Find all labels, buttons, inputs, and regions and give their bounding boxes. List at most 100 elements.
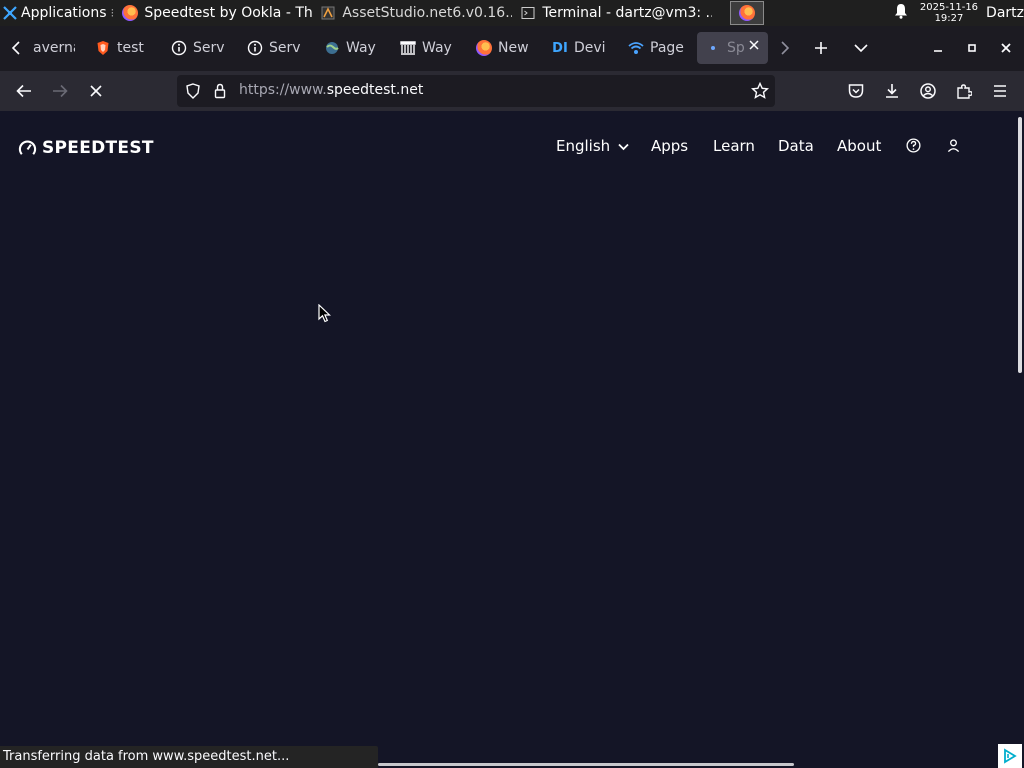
navigation-toolbar: https://www.speedtest.net: [0, 71, 1024, 111]
maximize-window-button[interactable]: [959, 35, 985, 61]
devdocs-icon: DI: [552, 40, 568, 56]
applications-menu-button[interactable]: Applications ⁝: [0, 0, 118, 26]
account-login-button[interactable]: [946, 138, 961, 157]
tab-server-1[interactable]: Serv: [171, 32, 228, 64]
taskbar-window-speedtest[interactable]: Speedtest by Ookla - Th...: [118, 0, 316, 26]
os-taskbar: Applications ⁝ Speedtest by Ookla - Th..…: [0, 0, 1024, 26]
tab-wayback-2[interactable]: Way: [400, 32, 455, 64]
lock-icon[interactable]: [214, 83, 226, 103]
tab-speedtest-active[interactable]: Sp: [697, 32, 768, 64]
help-circle-icon: [906, 138, 921, 153]
maximize-icon: [968, 44, 976, 52]
bookmark-star-icon[interactable]: [750, 81, 770, 104]
account-button[interactable]: [914, 77, 942, 105]
chevron-down-icon: [854, 44, 868, 53]
tab-title: Devi: [574, 40, 606, 56]
user-menu[interactable]: Dartz: [986, 5, 1024, 21]
tab-title: averna: [33, 40, 75, 56]
language-selector[interactable]: English: [556, 137, 629, 155]
new-tab-button[interactable]: [808, 35, 834, 61]
tab-title: test: [117, 40, 144, 56]
tab-title: Sp: [727, 40, 745, 56]
tracking-shield-icon[interactable]: [186, 83, 200, 103]
hamburger-menu-icon: [994, 85, 1006, 97]
tab-wayback-1[interactable]: Way: [324, 32, 379, 64]
application-menu-button[interactable]: [986, 77, 1014, 105]
tab-caverna[interactable]: averna: [33, 32, 75, 64]
firefox-icon: [739, 5, 755, 21]
minimize-window-button[interactable]: [925, 35, 951, 61]
archive-building-icon: [400, 40, 416, 56]
taskbar-window-title: Terminal - dartz@vm3: ...: [542, 5, 713, 21]
mouse-cursor-icon: [318, 303, 331, 327]
clock-time: 19:27: [934, 13, 964, 24]
user-icon: [947, 139, 960, 153]
chevron-left-icon: [11, 41, 20, 55]
close-icon: [1001, 43, 1011, 53]
speedometer-icon: [18, 140, 37, 155]
minimize-icon: [934, 50, 942, 52]
firefox-icon: [122, 5, 139, 21]
chevron-right-icon: [781, 41, 790, 55]
downloads-button[interactable]: [878, 77, 906, 105]
close-window-button[interactable]: [993, 35, 1019, 61]
arrow-left-icon: [16, 84, 31, 98]
tab-server-2[interactable]: Serv: [247, 32, 304, 64]
tab-title: Way: [346, 40, 376, 56]
help-button[interactable]: [906, 138, 921, 157]
tab-page[interactable]: Page: [628, 32, 684, 64]
tab-new-tab[interactable]: New: [476, 32, 528, 64]
url-scheme: https://www.: [239, 82, 327, 98]
taskbar-window-title: Speedtest by Ookla - Th...: [144, 5, 313, 21]
speedtest-logo[interactable]: SPEEDTEST: [18, 138, 154, 158]
taskbar-window-assetstudio[interactable]: AssetStudio.net6.v0.16....: [316, 0, 516, 26]
extensions-button[interactable]: [950, 77, 978, 105]
logo-text: SPEEDTEST: [42, 138, 154, 158]
tab-title: Way: [422, 40, 452, 56]
taskbar-firefox-launcher[interactable]: [730, 1, 764, 25]
brave-shield-icon: [95, 40, 111, 56]
tab-devdocs[interactable]: DI Devi: [552, 32, 608, 64]
tab-scroll-left-button[interactable]: [3, 35, 29, 61]
forward-button[interactable]: [46, 77, 74, 105]
browser-tab-strip: averna test Serv Serv Way Way New DI: [0, 26, 1024, 71]
pocket-icon: [848, 84, 864, 98]
taskbar-window-title: AssetStudio.net6.v0.16....: [342, 5, 513, 21]
pocket-button[interactable]: [842, 77, 870, 105]
nav-link-data[interactable]: Data: [778, 137, 814, 155]
back-button[interactable]: [10, 77, 38, 105]
loading-throbber-icon: [705, 40, 721, 56]
chevron-down-icon: [618, 143, 629, 151]
info-circle-icon: [171, 40, 187, 56]
wifi-page-icon: [628, 40, 644, 56]
nav-link-learn[interactable]: Learn: [713, 137, 755, 155]
applications-menu-label: Applications: [21, 5, 107, 21]
vertical-scrollbar-thumb[interactable]: [1018, 117, 1022, 373]
account-circle-icon: [920, 83, 936, 99]
terminal-icon: [520, 5, 536, 21]
tab-scroll-right-button[interactable]: [772, 35, 798, 61]
globe-icon: [324, 40, 340, 56]
puzzle-piece-icon: [957, 84, 972, 99]
info-circle-icon: [247, 40, 263, 56]
close-tab-icon[interactable]: [748, 39, 760, 55]
horizontal-scrollbar-thumb[interactable]: [378, 763, 794, 766]
web-page-viewport: SPEEDTEST English Apps Learn Data About …: [0, 111, 1024, 768]
url-text[interactable]: https://www.speedtest.net: [239, 82, 423, 98]
firefox-icon: [476, 40, 492, 56]
url-bar[interactable]: https://www.speedtest.net: [177, 75, 775, 107]
stop-loading-button[interactable]: [82, 77, 110, 105]
taskbar-window-terminal[interactable]: Terminal - dartz@vm3: ...: [516, 0, 716, 26]
plus-icon: [815, 42, 827, 54]
list-all-tabs-button[interactable]: [848, 35, 874, 61]
notification-bell-icon[interactable]: [894, 3, 908, 23]
nav-link-about[interactable]: About: [837, 137, 881, 155]
nav-link-apps[interactable]: Apps: [651, 137, 688, 155]
tab-test[interactable]: test: [95, 32, 153, 64]
adchoices-button[interactable]: [998, 744, 1022, 768]
adchoices-icon: [1004, 748, 1017, 764]
tab-title: Serv: [193, 40, 225, 56]
status-panel: Transferring data from www.speedtest.net…: [0, 746, 378, 768]
system-clock[interactable]: 2025-11-16 19:27: [920, 2, 978, 24]
language-label: English: [556, 137, 611, 155]
